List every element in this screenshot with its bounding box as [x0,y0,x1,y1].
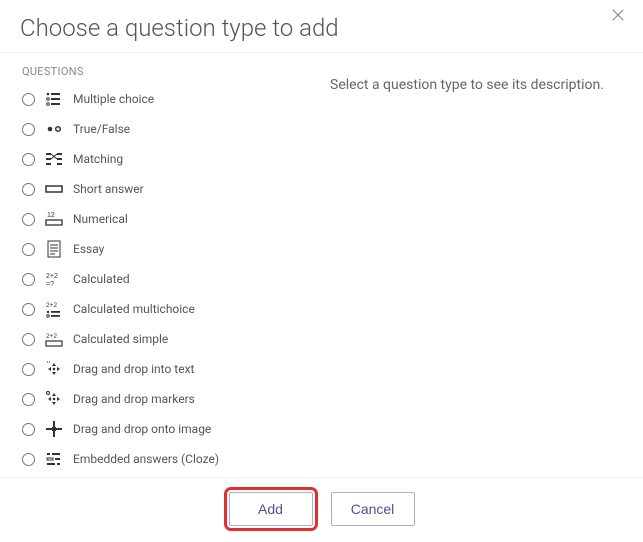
qtype-option-cloze[interactable]: Embedded answers (Cloze) [0,444,310,474]
svg-text:=?: =? [46,281,54,288]
qtype-label: Essay [73,242,302,256]
svg-text:12: 12 [47,212,55,219]
matching-icon [45,150,63,168]
qtype-radio-numerical[interactable] [22,213,35,226]
qtype-label: Short answer [73,182,302,196]
qtype-radio-truefalse[interactable] [22,123,35,136]
qtype-label: Drag and drop onto image [73,422,302,436]
qtype-radio-calculatedmulti[interactable] [22,303,35,316]
add-button[interactable]: Add [229,492,313,526]
qtype-option-calculated[interactable]: 2+2=? Calculated [0,264,310,294]
dialog-header: Choose a question type to add [0,0,643,52]
qtype-radio-matching[interactable] [22,153,35,166]
calculated-icon: 2+2=? [45,270,63,288]
question-type-list: Multiple choice True/False Matching Short a… [0,84,310,474]
qtype-option-ddmarker[interactable]: Drag and drop markers [0,384,310,414]
qtype-option-ddimageortext[interactable]: Drag and drop onto image [0,414,310,444]
qtype-option-ddwtos[interactable]: Drag and drop into text [0,354,310,384]
qtype-label: Matching [73,152,302,166]
qtype-label: Drag and drop markers [73,392,302,406]
qtype-radio-multichoice[interactable] [22,93,35,106]
calculatedmulti-icon: 2+2 [45,300,63,318]
cloze-icon [45,450,63,468]
svg-text:2+2: 2+2 [46,302,57,309]
qtype-label: Drag and drop into text [73,362,302,376]
qtype-radio-calculatedsimple[interactable] [22,333,35,346]
qtype-option-matching[interactable]: Matching [0,144,310,174]
qtype-option-calculatedsimple[interactable]: 2+2 Calculated simple [0,324,310,354]
shortanswer-icon [45,180,63,198]
svg-text:2+2: 2+2 [46,273,58,280]
ddimageortext-icon [45,420,63,438]
calculatedsimple-icon: 2+2 [45,330,63,348]
question-chooser-dialog: Choose a question type to add QUESTIONS … [0,0,643,542]
multichoice-icon [45,90,63,108]
ddwtos-icon [45,360,63,378]
close-icon [609,6,633,24]
close-button[interactable] [609,6,633,30]
qtype-label: Multiple choice [73,92,302,106]
qtype-option-multichoice[interactable]: Multiple choice [0,84,310,114]
dialog-title: Choose a question type to add [20,14,623,42]
qtype-label: Calculated simple [73,332,302,346]
dialog-footer: Add Cancel [0,477,643,542]
svg-text:2+2: 2+2 [46,333,57,340]
qtype-option-calculatedmulti[interactable]: 2+2 Calculated multichoice [0,294,310,324]
description-placeholder: Select a question type to see its descri… [330,77,623,93]
qtype-option-numerical[interactable]: 12 Numerical [0,204,310,234]
qtype-label: True/False [73,122,302,136]
cancel-button[interactable]: Cancel [331,492,415,526]
numerical-icon: 12 [45,210,63,228]
qtype-radio-ddmarker[interactable] [22,393,35,406]
qtype-option-essay[interactable]: Essay [0,234,310,264]
qtype-label: Calculated multichoice [73,302,302,316]
qtype-label: Numerical [73,212,302,226]
question-type-scroll[interactable]: QUESTIONS Multiple choice True/False Match… [0,53,310,477]
description-pane: Select a question type to see its descri… [310,53,643,477]
ddmarker-icon [45,390,63,408]
essay-icon [45,240,63,258]
qtype-radio-shortanswer[interactable] [22,183,35,196]
qtype-radio-essay[interactable] [22,243,35,256]
qtype-radio-ddimageortext[interactable] [22,423,35,436]
dialog-body: QUESTIONS Multiple choice True/False Match… [0,52,643,477]
qtype-label: Calculated [73,272,302,286]
qtype-radio-calculated[interactable] [22,273,35,286]
qtype-option-shortanswer[interactable]: Short answer [0,174,310,204]
qtype-option-truefalse[interactable]: True/False [0,114,310,144]
questions-section-label: QUESTIONS [0,61,310,84]
qtype-radio-cloze[interactable] [22,453,35,466]
qtype-radio-ddwtos[interactable] [22,363,35,376]
truefalse-icon [45,120,63,138]
question-type-list-pane: QUESTIONS Multiple choice True/False Match… [0,53,310,477]
qtype-label: Embedded answers (Cloze) [73,452,302,466]
